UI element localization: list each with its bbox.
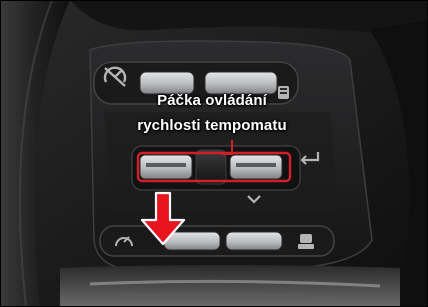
callout-line-1: Páčka ovládání — [157, 92, 267, 109]
vehicle-distance-icon — [298, 234, 314, 249]
lever-callout-label: Páčka ovládání rychlosti tempomatu — [112, 88, 312, 138]
callout-line-2: rychlosti tempomatu — [137, 117, 287, 134]
steering-wheel-photo: Páčka ovládání rychlosti tempomatu — [0, 0, 428, 307]
